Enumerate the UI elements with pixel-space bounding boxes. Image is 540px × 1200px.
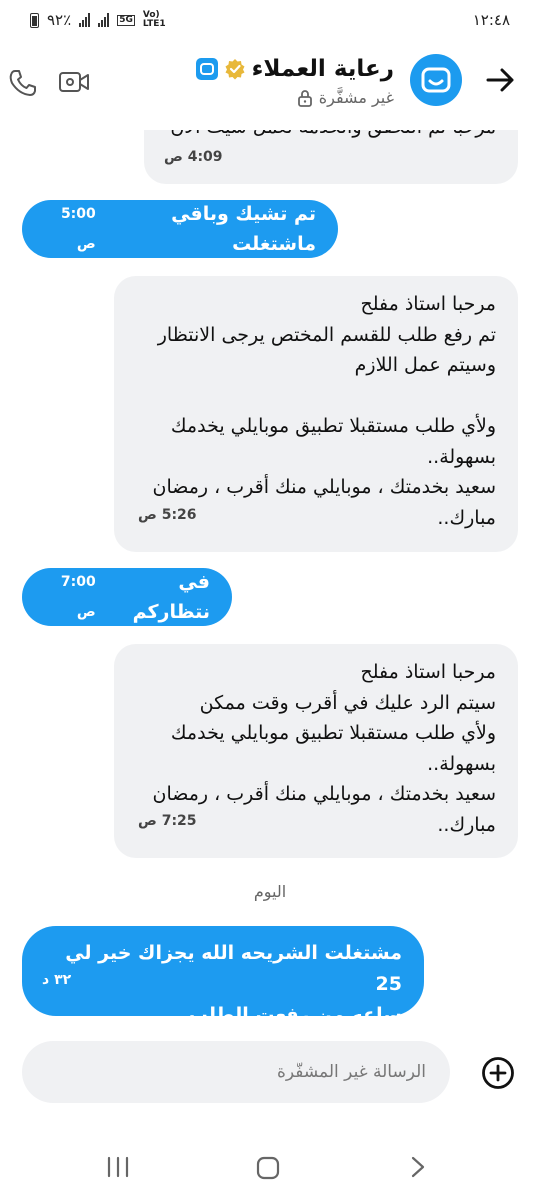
message-outgoing[interactable]: تم تشيك وباقي ماشتغلت 5:00 ص <box>22 200 338 258</box>
message-text: تم تشيك وباقي ماشتغلت <box>171 202 316 256</box>
message-line: مرحبا استاذ مفلح <box>360 293 496 315</box>
status-bar: ٩٢٪ 5G Vo) LTE1 ١٢:٤٨ <box>0 0 540 40</box>
add-circle-icon[interactable] <box>481 1056 515 1090</box>
message-incoming[interactable]: مرحبا استاذ مفلح سيتم الرد عليك في أقرب … <box>114 644 518 858</box>
message-line: تم رفع طلب للقسم المختص يرجى الانتظار <box>157 323 496 346</box>
message-time: 5:00 ص <box>60 205 96 253</box>
video-call-icon[interactable] <box>58 70 90 94</box>
phone-call-icon[interactable] <box>8 68 38 98</box>
avatar[interactable] <box>410 54 462 106</box>
battery-icon <box>30 12 39 28</box>
signal-icon <box>79 13 91 27</box>
encryption-label: غير مشفَّرة <box>318 88 394 107</box>
message-line: وسيتم عمل اللازم <box>354 354 496 376</box>
message-line: ولأي طلب مستقبلا تطبيق موبايلي يخدمك <box>170 415 496 437</box>
verified-badge-icon <box>225 59 245 80</box>
message-outgoing[interactable]: مشتغلت الشريحه الله يجزاك خير لي 25 ساعه… <box>22 926 424 1026</box>
message-time: ٣٢ د <box>42 972 72 988</box>
message-line: مشتغلت الشريحه الله يجزاك خير لي 25 <box>65 942 402 995</box>
message-text: في نتظاركم <box>132 570 210 624</box>
message-line: بسهولة.. <box>427 445 496 468</box>
contact-name: رعاية العملاء <box>251 56 394 82</box>
nav-back-icon[interactable] <box>408 1156 428 1178</box>
lock-icon <box>297 89 312 107</box>
message-line: بسهولة.. <box>427 752 496 775</box>
arrow-right-icon[interactable] <box>482 62 518 98</box>
network-indicator: 5G <box>117 14 135 26</box>
message-list[interactable]: مرحبا تم التحقق والخدمة تعمل شيت الان 4:… <box>0 130 540 1030</box>
message-time: 4:09 ص <box>164 148 223 165</box>
message-input[interactable] <box>44 1061 428 1083</box>
status-indicators: ٩٢٪ 5G Vo) LTE1 <box>30 11 177 29</box>
message-line: سيتم الرد عليك في أقرب وقت ممكن <box>199 691 496 714</box>
contact-info[interactable]: رعاية العملاء غير مشفَّرة <box>195 56 394 107</box>
message-outgoing[interactable]: في نتظاركم 7:00 ص <box>22 568 232 626</box>
message-time: 7:00 ص <box>60 573 96 621</box>
message-composer[interactable] <box>22 1041 450 1103</box>
message-line: ساعه من رفعت الطلب <box>188 1004 402 1026</box>
system-nav-bar <box>0 1142 540 1192</box>
title-row: رعاية العملاء <box>195 56 394 82</box>
message-line: ولأي طلب مستقبلا تطبيق موبايلي يخدمك <box>170 722 496 744</box>
mobily-mini-logo-icon <box>195 58 218 80</box>
day-separator: اليوم <box>253 882 287 901</box>
message-time: 5:26 ص <box>138 506 197 523</box>
message-line: مرحبا استاذ مفلح <box>360 661 496 683</box>
message-time: 7:25 ص <box>138 812 197 829</box>
message-incoming[interactable]: مرحبا تم التحقق والخدمة تعمل شيت الان 4:… <box>144 130 518 184</box>
message-line <box>136 381 496 412</box>
status-time: ١٢:٤٨ <box>472 11 510 29</box>
recent-apps-icon[interactable] <box>106 1156 130 1178</box>
encryption-status: غير مشفَّرة <box>196 88 394 107</box>
battery-level: ٩٢٪ <box>47 11 72 29</box>
volte-indicator: Vo) LTE1 <box>142 10 166 29</box>
signal-icon-2 <box>98 13 110 27</box>
mobily-logo-icon <box>421 67 451 93</box>
message-line: سعيد بخدمتك ، موبايلي منك أقرب ، رمضان <box>152 476 497 498</box>
home-icon[interactable] <box>256 1156 280 1180</box>
chat-header: رعاية العملاء غير مشفَّرة <box>0 44 540 130</box>
message-incoming[interactable]: مرحبا استاذ مفلح تم رفع طلب للقسم المختص… <box>114 276 518 552</box>
